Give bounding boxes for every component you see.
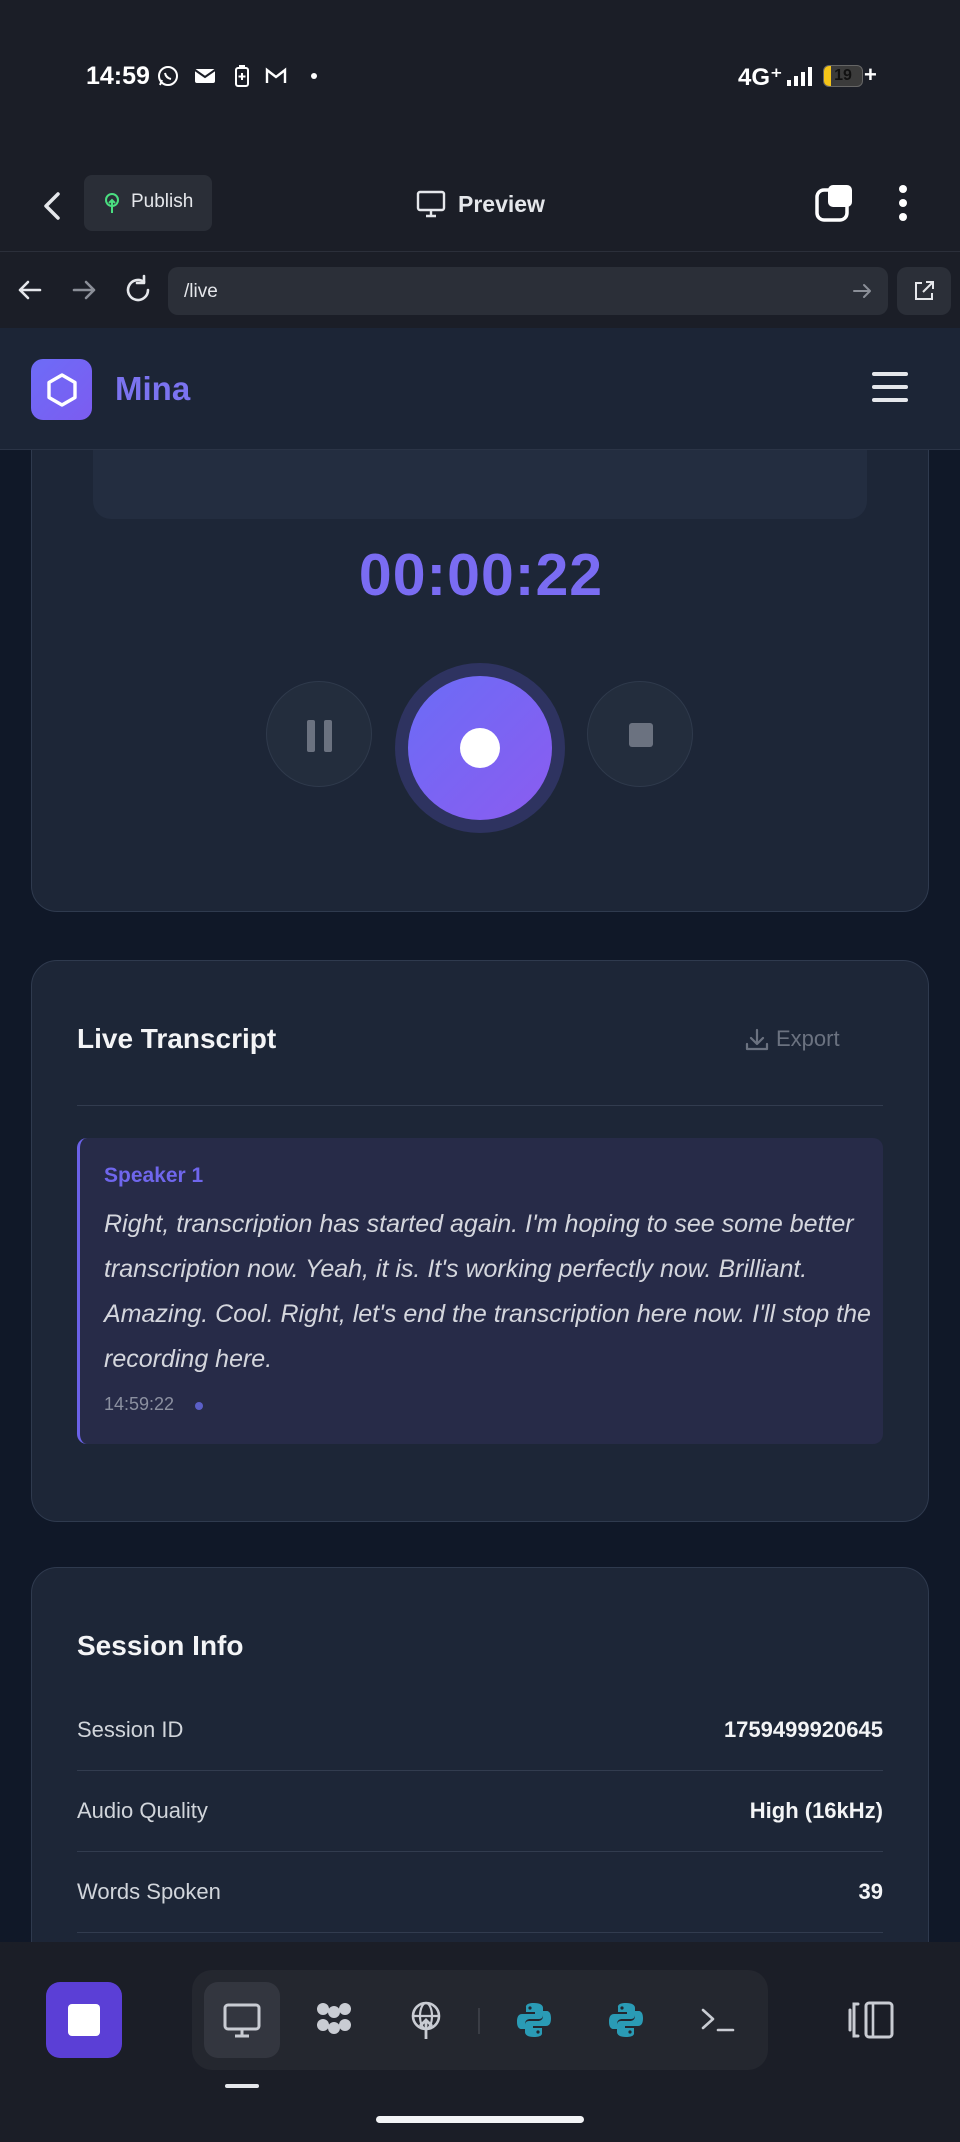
brand-name[interactable]: Mina (115, 370, 190, 408)
transcript-card: Live Transcript Export Speaker 1 Right, … (31, 960, 929, 1522)
info-label: Audio Quality (77, 1798, 208, 1823)
dock-separator (478, 2008, 480, 2034)
browser-bar: /live (0, 252, 960, 328)
battery-percent: 19 (834, 67, 852, 84)
info-value: 39 (858, 1879, 883, 1904)
url-text: /live (184, 281, 218, 302)
session-id-row: Session ID 1759499920645 (77, 1690, 883, 1771)
stop-app-button[interactable] (46, 1982, 122, 2058)
recording-timer: 00:00:22 (358, 542, 604, 608)
battery-saver-icon (235, 65, 249, 87)
logo[interactable] (31, 359, 92, 420)
session-info-card: Session Info Session ID 1759499920645 Au… (31, 1567, 929, 1942)
waveform-panel (93, 450, 867, 519)
status-time: 14:59 (86, 62, 150, 90)
publish-icon (105, 193, 119, 213)
info-label: Words Spoken (77, 1879, 221, 1904)
dock-python-button-2[interactable] (588, 1982, 664, 2058)
status-bar: 14:59 4G⁺ 19 + (0, 0, 960, 160)
info-value: 1759499920645 (723, 1717, 883, 1742)
go-arrow-icon[interactable] (850, 279, 874, 303)
deploy-globe-icon (411, 2001, 441, 2039)
transcript-title: Live Transcript (77, 1023, 277, 1054)
more-options-icon[interactable] (888, 182, 918, 224)
speaker-name: Speaker 1 (104, 1164, 204, 1187)
dot-icon (311, 73, 317, 79)
signal-icon (787, 67, 812, 86)
whatsapp-icon (158, 66, 178, 86)
publish-label: Publish (131, 191, 194, 212)
dock-deploy-button[interactable] (388, 1982, 464, 2058)
words-spoken-row: Words Spoken 39 (77, 1852, 883, 1933)
app-header: Publish Preview (0, 160, 960, 252)
info-label: Session ID (77, 1717, 184, 1742)
gmail-icon (265, 67, 287, 83)
packages-icon (317, 2003, 351, 2034)
page-content: 00:00:22 Live Transcript Export Speaker … (0, 450, 960, 1942)
browser-back-icon[interactable] (12, 272, 48, 308)
reload-icon[interactable] (120, 272, 156, 308)
url-field[interactable]: /live (168, 267, 888, 315)
open-external-button[interactable] (897, 267, 951, 315)
external-link-icon (915, 281, 934, 300)
record-button-ring (395, 663, 565, 833)
back-icon[interactable] (38, 188, 68, 224)
record-button[interactable] (408, 676, 552, 820)
browser-forward-icon[interactable] (66, 272, 102, 308)
python-icon (517, 2003, 551, 2037)
battery-indicator: 19 (823, 65, 863, 87)
site-navbar: Mina (0, 328, 960, 450)
bottom-dock (0, 1942, 960, 2142)
dock-active-indicator (225, 2084, 259, 2088)
stop-square-icon (68, 2004, 100, 2036)
dock-terminal-button[interactable] (680, 1982, 756, 2058)
python-icon (609, 2003, 643, 2037)
charging-symbol: + (864, 62, 877, 87)
download-icon (745, 1028, 769, 1051)
export-button[interactable]: Export (732, 1019, 872, 1059)
stop-icon (629, 723, 653, 747)
recorder-card: 00:00:22 (31, 450, 929, 912)
tabs-icon[interactable] (814, 182, 856, 224)
entry-timestamp: 14:59:22 (104, 1394, 175, 1414)
transcript-text: Right, transcription has started again. … (104, 1210, 871, 1373)
dock-tray (192, 1970, 768, 2070)
pause-icon (307, 720, 315, 752)
mail-icon (194, 69, 216, 83)
audio-quality-row: Audio Quality High (16kHz) (77, 1771, 883, 1852)
stop-button[interactable] (587, 681, 693, 787)
split-panels-icon[interactable] (848, 1998, 896, 2042)
terminal-icon (701, 2008, 735, 2032)
dock-packages-button[interactable] (296, 1982, 372, 2058)
network-type: 4G⁺ (738, 64, 783, 91)
monitor-icon (416, 190, 446, 218)
publish-button[interactable]: Publish (84, 175, 212, 231)
transcript-entry: Speaker 1 Right, transcription has start… (77, 1138, 883, 1444)
session-info-title: Session Info (77, 1630, 244, 1661)
live-dot-icon (195, 1402, 203, 1410)
hexagon-logo-icon (47, 373, 77, 407)
divider (77, 1105, 883, 1106)
dock-desktop-button[interactable] (204, 1982, 280, 2058)
desktop-icon (223, 2003, 261, 2038)
home-gesture-bar[interactable] (376, 2116, 584, 2123)
dock-python-button-1[interactable] (496, 1982, 572, 2058)
record-dot-icon (460, 728, 500, 768)
info-value: High (16kHz) (749, 1798, 883, 1823)
preview-label: Preview (458, 191, 545, 217)
hamburger-menu-icon[interactable] (872, 372, 908, 404)
pause-button[interactable] (266, 681, 372, 787)
export-label: Export (776, 1026, 840, 1051)
